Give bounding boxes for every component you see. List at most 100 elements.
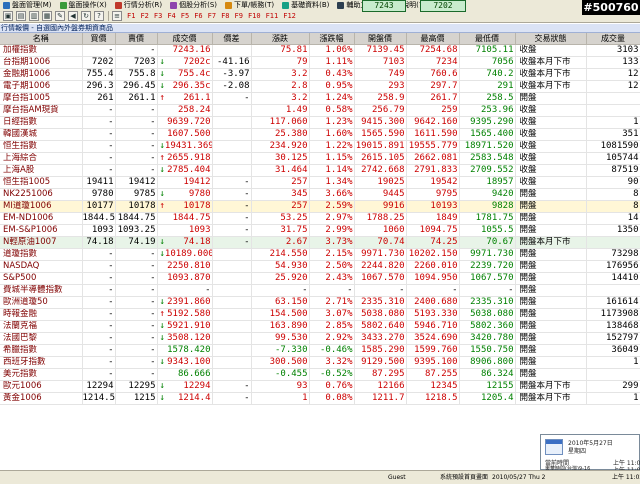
- quote-row[interactable]: S&P500- -1093.870 25.920 2.43% 1067.570 1094.…: [0, 272, 640, 285]
- index-quote-box-2[interactable]: 7202: [420, 0, 466, 12]
- quote-row[interactable]: 歐元1006 12294 12295 ↓ 12294-93 0.76% 12166 12345…: [0, 380, 640, 393]
- cell-pct: 1.22%: [309, 140, 355, 153]
- quote-row[interactable]: 恒生指數 - - ↓ 19431.369 234.920 1.22% 19015.891 195…: [0, 140, 640, 153]
- menu-item-0[interactable]: 盤面管理(M): [0, 0, 57, 10]
- quote-row[interactable]: 電子期1006 296.3 296.45 ↓ 296.35c -2.08 2.8 0.95% 2…: [0, 80, 640, 93]
- quote-row[interactable]: 上海A股 - - ↓ 2785.404 31.464 1.14% 2742.668 2791.8…: [0, 164, 640, 177]
- function-key-f11[interactable]: F11: [266, 12, 279, 20]
- arrow-left-icon[interactable]: ◀: [68, 11, 78, 21]
- column-header[interactable]: 漲跌: [251, 33, 310, 45]
- quote-row[interactable]: 金融期1006 755.4 755.8 ↓ 755.4c -3.97 3.2 0.43% 749…: [0, 68, 640, 81]
- cell-high: 19555.779: [406, 140, 460, 153]
- column-header[interactable]: 開盤價: [354, 33, 407, 45]
- column-header[interactable]: 買價: [82, 33, 116, 45]
- window-list-icon[interactable]: ≡: [112, 11, 122, 21]
- menu-item-icon: [337, 1, 345, 9]
- cell-status: 開盤: [515, 212, 587, 225]
- help-icon[interactable]: ?: [94, 11, 104, 21]
- function-key-f2[interactable]: F2: [140, 12, 148, 20]
- cell-ask: -: [115, 344, 158, 357]
- quote-row[interactable]: 恒生指1005 19411 19412 19412-257 1.34% 19025 1954…: [0, 176, 640, 189]
- cell-spread: -2.08: [212, 80, 252, 93]
- column-header[interactable]: 最低價: [459, 33, 516, 45]
- function-key-f5[interactable]: F5: [181, 12, 189, 20]
- print-icon[interactable]: ▦: [42, 11, 52, 21]
- quote-row[interactable]: 加權指數 - -7243.16 75.81 1.06% 7139.45 7254.68 710…: [0, 44, 640, 57]
- refresh-icon[interactable]: ↻: [81, 11, 91, 21]
- index-quote-box-1[interactable]: 7243: [362, 0, 406, 12]
- quote-row[interactable]: 韓國漢城 - -1607.500 25.380 1.60% 1565.590 1611.59…: [0, 128, 640, 141]
- cell-bid: -: [82, 140, 116, 153]
- function-key-f8[interactable]: F8: [221, 12, 229, 20]
- new-window-icon[interactable]: ▣: [3, 11, 13, 21]
- column-header[interactable]: 賣價: [115, 33, 158, 45]
- cell-vol: 90: [586, 176, 640, 189]
- column-header[interactable]: 名稱: [0, 33, 83, 45]
- menu-item-1[interactable]: 盤面操作(X): [57, 0, 112, 10]
- cell-high: 259: [406, 104, 460, 117]
- quote-row[interactable]: 西班牙指數 - - ↓ 9343.100 300.500 3.32% 9129.500 9395…: [0, 356, 640, 369]
- cell-spread: -: [212, 380, 252, 393]
- quote-row[interactable]: 費城半導體指數 - - - - - - - - 開盤: [0, 284, 640, 297]
- cell-name: 歐洲道瓊50: [0, 296, 83, 309]
- function-key-f6[interactable]: F6: [194, 12, 202, 20]
- open-icon[interactable]: ▤: [16, 11, 26, 21]
- cell-low: 7105.11: [459, 44, 516, 57]
- function-key-f10[interactable]: F10: [248, 12, 261, 20]
- menu-item-3[interactable]: 個股分析(S): [167, 0, 222, 10]
- function-key-f7[interactable]: F7: [208, 12, 216, 20]
- quote-row[interactable]: MI道瓊1006 10177 10178 ↑ 10178-257 2.59% 9916 101…: [0, 200, 640, 213]
- menu-item-5[interactable]: 基礎資料(B): [279, 0, 334, 10]
- quote-row[interactable]: 黃金1006 1214.5 1215 ↓ 1214.4-1 0.08% 1211.7 1218…: [0, 392, 640, 405]
- function-key-f9[interactable]: F9: [235, 12, 243, 20]
- quote-row[interactable]: 時報金融 - - ↑ 5192.580 154.500 3.07% 5038.080 5193.…: [0, 308, 640, 321]
- cell-name: 美元指數: [0, 368, 83, 381]
- column-header[interactable]: 成交量: [586, 33, 640, 45]
- quote-row[interactable]: 摩台指AM現貨 - -258.24 1.49 0.58% 256.79 259 253.96 收…: [0, 104, 640, 117]
- column-header[interactable]: 交易狀態: [515, 33, 587, 45]
- quote-row[interactable]: NK2251006 9780 9785 ↓ 9780-345 3.66% 9445 9795 9…: [0, 188, 640, 201]
- quote-row[interactable]: 希臘指數 - -1578.420 -7.330 -0.46% 1585.290 1599.7…: [0, 344, 640, 357]
- quote-row[interactable]: EM-S&P1006 1093 1093.25 1093-31.75 2.99% 1060…: [0, 224, 640, 237]
- cell-ask: 1093.25: [115, 224, 158, 237]
- cell-spread: [212, 332, 252, 345]
- column-header[interactable]: 價差: [212, 33, 252, 45]
- cell-chg: 1: [251, 392, 310, 405]
- function-key-f1[interactable]: F1: [127, 12, 135, 20]
- cell-low: 2583.548: [459, 152, 516, 165]
- cell-spread: [212, 296, 252, 309]
- menu-item-4[interactable]: 下單/帳務(T): [222, 0, 279, 10]
- chart-icon[interactable]: ▥: [29, 11, 39, 21]
- quote-row[interactable]: 美元指數 - -86.666 -0.455 -0.52% 87.295 87.255 86.3…: [0, 368, 640, 381]
- settings-icon[interactable]: ✎: [55, 11, 65, 21]
- cell-ask: 755.8: [115, 68, 158, 81]
- quote-row[interactable]: 上海綜合 - - ↑ 2655.918 30.125 1.15% 2615.105 2662.0…: [0, 152, 640, 165]
- status-message: 系統預設首頁畫面: [440, 474, 489, 481]
- last-price-value: 2391.860: [167, 297, 211, 307]
- column-header[interactable]: 成交價: [157, 33, 213, 45]
- quote-row[interactable]: 摩台指1005 261 261.1 ↑ 261.1-3.2 1.24% 258.9 261.7…: [0, 92, 640, 105]
- quote-row[interactable]: 法國巴黎 - - ↓ 3508.120 99.530 2.92% 3433.270 3524.6…: [0, 332, 640, 345]
- cell-name: 法蘭克福: [0, 320, 83, 333]
- cell-chg: 2.67: [251, 236, 310, 249]
- cell-name: 西班牙指數: [0, 356, 83, 369]
- quote-row[interactable]: NASDAQ - -2250.810 54.930 2.50% 2244.820 2260.…: [0, 260, 640, 273]
- cell-bid: -: [82, 332, 116, 345]
- quote-row[interactable]: 日經指數 - -9639.720 117.060 1.23% 9415.300 9642.1…: [0, 116, 640, 129]
- column-header[interactable]: 最高價: [406, 33, 460, 45]
- function-key-f3[interactable]: F3: [154, 12, 162, 20]
- function-key-f4[interactable]: F4: [167, 12, 175, 20]
- quote-row[interactable]: 台指期1006 7202 7203 ↓ 7202c -41.16 79 1.11% 7103 72…: [0, 56, 640, 69]
- quote-row[interactable]: 法蘭克福 - - ↓ 5921.910 163.890 2.85% 5802.640 5946.…: [0, 320, 640, 333]
- quote-row[interactable]: EM-ND1006 1844.5 1844.75 1844.75-53.25 2.97%…: [0, 212, 640, 225]
- quote-row[interactable]: 歐洲道瓊50- - ↓ 2391.860 63.150 2.71% 2335.310 2400…: [0, 296, 640, 309]
- column-header[interactable]: 漲跌幅: [309, 33, 355, 45]
- menu-item-2[interactable]: 行情分析(R): [112, 0, 167, 10]
- quote-row[interactable]: N輕原油1007 74.18 74.19 ↓ 74.18-2.67 3.73% 70.74 7…: [0, 236, 640, 249]
- cell-spread: [212, 356, 252, 369]
- function-key-f12[interactable]: F12: [283, 12, 296, 20]
- quote-row[interactable]: 道瓊指數 - - ↓ 10189.000 214.550 2.15% 9971.730 1020…: [0, 248, 640, 261]
- cell-name: 摩台指AM現貨: [0, 104, 83, 117]
- cell-status: 開盤: [515, 320, 587, 333]
- cell-bid: -: [82, 320, 116, 333]
